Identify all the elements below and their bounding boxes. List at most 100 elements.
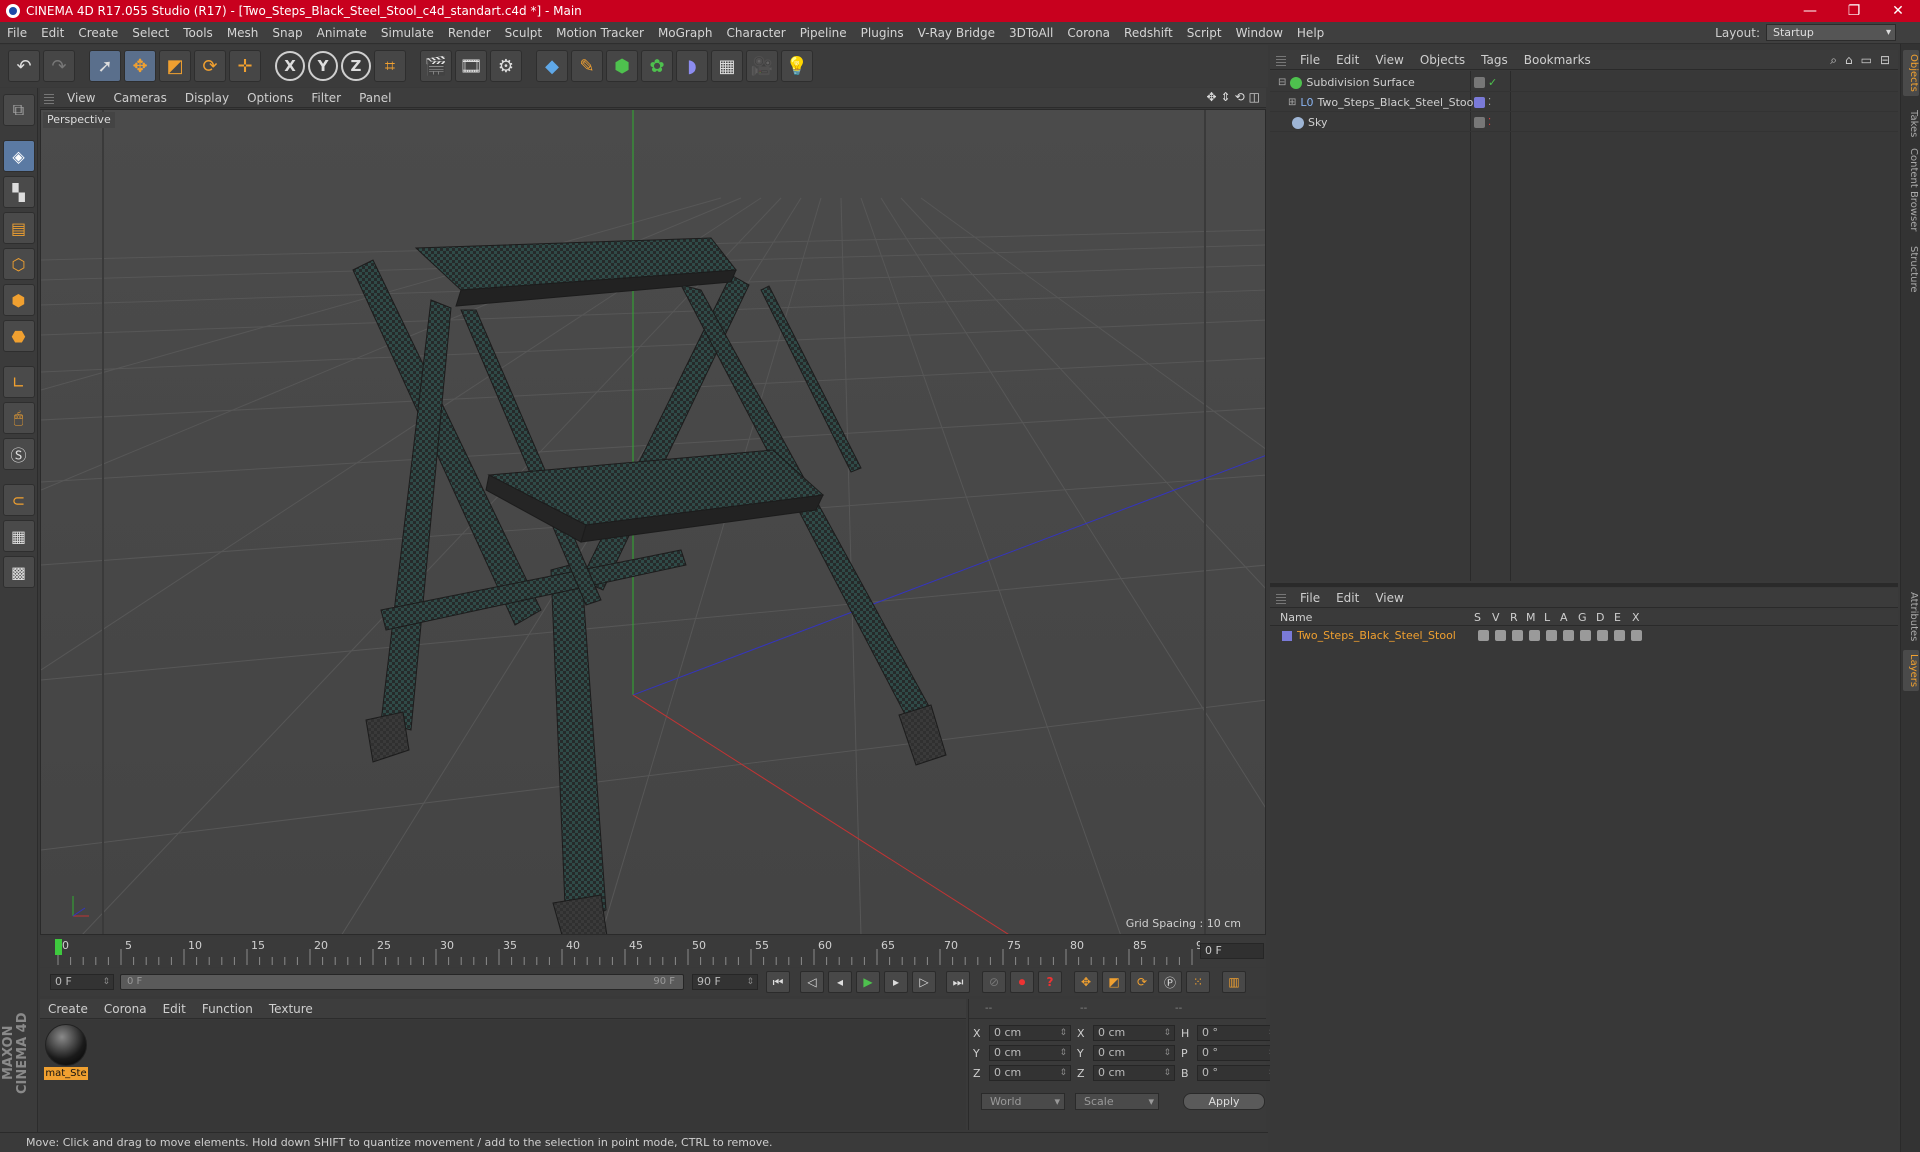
menu-edit[interactable]: Edit xyxy=(34,26,71,40)
playhead-marker[interactable] xyxy=(55,939,62,955)
autokey-icon[interactable]: ? xyxy=(1038,971,1062,993)
new-view-icon[interactable]: ▭ xyxy=(1861,53,1872,68)
objects-menu-tags[interactable]: Tags xyxy=(1473,53,1516,67)
object-row-sky[interactable]: Sky ⁚ xyxy=(1270,114,1898,132)
locked-workplane-icon[interactable]: ▦ xyxy=(2,520,35,552)
live-selection-icon[interactable]: ➚ xyxy=(89,50,121,82)
workplane-icon[interactable]: ▤ xyxy=(2,212,35,244)
render-icon[interactable] xyxy=(1512,630,1523,641)
make-editable-icon[interactable]: ⧉ xyxy=(2,94,35,126)
material-menu-create[interactable]: Create xyxy=(40,1002,96,1016)
menu-tools[interactable]: Tools xyxy=(176,26,220,40)
render-settings-icon[interactable]: ⚙ xyxy=(490,50,522,82)
magnet-icon[interactable]: ⊂ xyxy=(2,484,35,516)
editor-visibility-icon[interactable] xyxy=(1474,77,1485,88)
tab-layers[interactable]: Layers xyxy=(1903,650,1919,692)
orbit-view-icon[interactable]: ⟲ xyxy=(1235,90,1245,104)
planar-workplane-icon[interactable]: ▩ xyxy=(2,556,35,588)
previous-frame-icon[interactable]: ◂ xyxy=(828,971,852,993)
texture-mode-icon[interactable]: ▚ xyxy=(2,176,35,208)
size-x-field[interactable]: 0 cm xyxy=(1093,1025,1175,1041)
snap-icon[interactable]: Ⓢ xyxy=(2,438,35,470)
polygons-mode-icon[interactable]: ⬣ xyxy=(2,320,35,352)
frame-range-slider[interactable]: 0 F 90 F xyxy=(120,974,684,990)
menu-snap[interactable]: Snap xyxy=(265,26,309,40)
zoom-view-icon[interactable]: ⇕ xyxy=(1221,90,1231,104)
rotation-b-field[interactable]: 0 ° xyxy=(1197,1065,1279,1081)
menu-create[interactable]: Create xyxy=(71,26,125,40)
menu-file[interactable]: File xyxy=(0,26,34,40)
key-rotation-icon[interactable]: ⟳ xyxy=(1130,971,1154,993)
next-key-icon[interactable]: ▷ xyxy=(912,971,936,993)
menu-3dtoall[interactable]: 3DToAll xyxy=(1002,26,1060,40)
menu-mograph[interactable]: MoGraph xyxy=(651,26,720,40)
undo-icon[interactable]: ↶ xyxy=(8,50,40,82)
menu-simulate[interactable]: Simulate xyxy=(374,26,441,40)
viewport-menu-display[interactable]: Display xyxy=(176,91,238,105)
coordinate-system-icon[interactable]: ⌗ xyxy=(374,50,406,82)
viewport-menu-view[interactable]: View xyxy=(58,91,104,105)
y-axis-toggle[interactable]: Y xyxy=(308,51,338,81)
z-axis-toggle[interactable]: Z xyxy=(341,51,371,81)
menu-animate[interactable]: Animate xyxy=(310,26,374,40)
animation-icon[interactable] xyxy=(1563,630,1574,641)
pen-spline-icon[interactable]: ✎ xyxy=(571,50,603,82)
light-icon[interactable]: 💡 xyxy=(781,50,813,82)
layer-color-swatch[interactable] xyxy=(1282,631,1292,641)
perspective-viewport[interactable]: Perspective Grid Spacing : 10 cm xyxy=(40,109,1266,935)
go-to-end-icon[interactable]: ⏭ xyxy=(946,971,970,993)
current-frame-field[interactable]: 0 F xyxy=(1200,943,1264,959)
visibility-dots-icon[interactable]: ⁚ xyxy=(1488,117,1499,128)
menu-help[interactable]: Help xyxy=(1290,26,1331,40)
deformer-icon[interactable] xyxy=(1597,630,1608,641)
menu-vray-bridge[interactable]: V-Ray Bridge xyxy=(911,26,1002,40)
home-icon[interactable]: ⌂ xyxy=(1845,53,1853,68)
object-row-subdivision-surface[interactable]: ⊟ Subdivision Surface ✓ xyxy=(1270,74,1898,92)
timeline-ruler[interactable]: 051015202530354045505560657075808590 0 F xyxy=(40,937,1266,967)
scale-tool-icon[interactable]: ◩ xyxy=(159,50,191,82)
size-y-field[interactable]: 0 cm xyxy=(1093,1045,1175,1061)
viewport-menu-filter[interactable]: Filter xyxy=(302,91,350,105)
key-parameter-icon[interactable]: Ⓟ xyxy=(1158,971,1182,993)
enabled-check-icon[interactable]: ✓ xyxy=(1488,77,1499,88)
deformer-icon[interactable]: ◗ xyxy=(676,50,708,82)
position-y-field[interactable]: 0 cm xyxy=(989,1045,1071,1061)
layer-row[interactable]: Two_Steps_Black_Steel_Stool xyxy=(1270,627,1898,645)
menu-corona[interactable]: Corona xyxy=(1060,26,1117,40)
size-mode-dropdown[interactable]: Scale xyxy=(1075,1093,1159,1110)
menu-select[interactable]: Select xyxy=(125,26,176,40)
generator-icon[interactable] xyxy=(1580,630,1591,641)
key-pla-icon[interactable]: ⁙ xyxy=(1186,971,1210,993)
layers-menu-file[interactable]: File xyxy=(1292,591,1328,605)
expand-icon[interactable]: ⊞ xyxy=(1288,94,1296,112)
view-icon[interactable] xyxy=(1495,630,1506,641)
material-menu-corona[interactable]: Corona xyxy=(96,1002,155,1016)
rotation-p-field[interactable]: 0 ° xyxy=(1197,1045,1279,1061)
subdivision-surface-icon[interactable]: ⬢ xyxy=(606,50,638,82)
solo-icon[interactable] xyxy=(1478,630,1489,641)
rotate-tool-icon[interactable]: ⟳ xyxy=(194,50,226,82)
panel-menu-icon[interactable]: ⊟ xyxy=(1880,53,1890,68)
tab-objects[interactable]: Objects xyxy=(1903,50,1919,96)
motion-record-icon[interactable]: ⊘ xyxy=(982,971,1006,993)
editor-visibility-icon[interactable] xyxy=(1474,117,1485,128)
position-x-field[interactable]: 0 cm xyxy=(989,1025,1071,1041)
transform-tool-icon[interactable]: ✛ xyxy=(229,50,261,82)
position-z-field[interactable]: 0 cm xyxy=(989,1065,1071,1081)
tab-content-browser[interactable]: Content Browser xyxy=(1903,144,1919,235)
maximize-button[interactable]: ❐ xyxy=(1832,0,1876,22)
tab-structure[interactable]: Structure xyxy=(1903,242,1919,297)
key-position-icon[interactable]: ✥ xyxy=(1074,971,1098,993)
objects-menu-edit[interactable]: Edit xyxy=(1328,53,1367,67)
expression-icon[interactable] xyxy=(1614,630,1625,641)
menu-window[interactable]: Window xyxy=(1229,26,1290,40)
xref-icon[interactable] xyxy=(1631,630,1642,641)
pan-view-icon[interactable]: ✥ xyxy=(1206,90,1216,104)
search-icon[interactable]: ⌕ xyxy=(1830,53,1837,68)
play-icon[interactable]: ▶ xyxy=(856,971,880,993)
viewport-camera-label[interactable]: Perspective xyxy=(43,112,115,128)
rotation-h-field[interactable]: 0 ° xyxy=(1197,1025,1279,1041)
previous-key-icon[interactable]: ◁ xyxy=(800,971,824,993)
objects-menu-file[interactable]: File xyxy=(1292,53,1328,67)
menu-plugins[interactable]: Plugins xyxy=(854,26,911,40)
